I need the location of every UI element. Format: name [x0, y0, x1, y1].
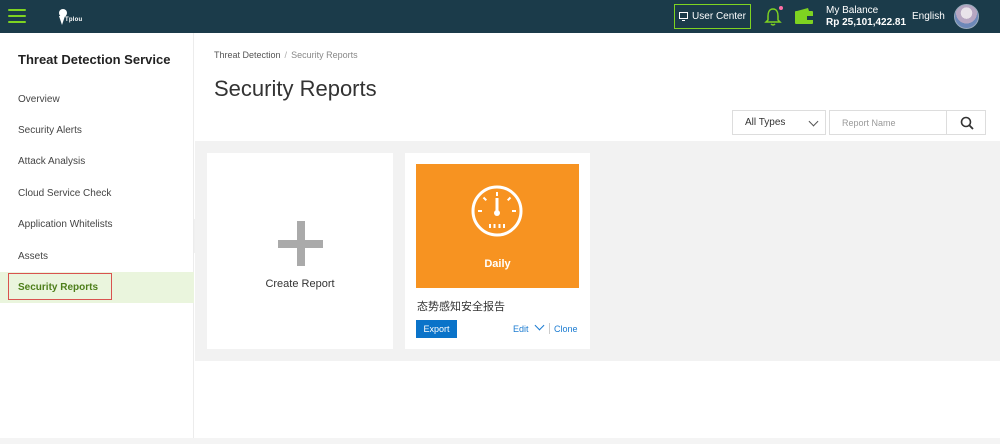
sidebar-item-label: Overview: [18, 94, 60, 105]
sidebar-item-cloud-service-check[interactable]: Cloud Service Check: [0, 178, 194, 209]
edit-link[interactable]: Edit: [513, 324, 529, 334]
monitor-icon: [679, 12, 689, 21]
sidebar-item-label: Attack Analysis: [18, 156, 86, 167]
menu-icon[interactable]: [8, 9, 26, 23]
speedometer-icon: [471, 185, 523, 237]
wallet-icon[interactable]: [794, 7, 814, 25]
sidebar-item-assets[interactable]: Assets: [0, 241, 194, 272]
sidebar-item-label: Application Whitelists: [18, 219, 113, 230]
report-frequency-label: Daily: [484, 258, 511, 270]
create-report-card[interactable]: Create Report: [207, 153, 393, 349]
sidebar-item-label: Security Reports: [18, 282, 99, 293]
report-type-value: All Types: [745, 117, 786, 128]
balance-label: My Balance: [826, 5, 879, 16]
link-divider: [549, 323, 550, 334]
brand-logo[interactable]: Tplou: [55, 7, 83, 27]
report-name: 态势感知安全报告: [417, 300, 505, 313]
chevron-down-icon: [808, 116, 819, 127]
report-banner[interactable]: Daily: [416, 164, 579, 288]
sidebar-item-security-alerts[interactable]: Security Alerts: [0, 115, 194, 146]
report-type-select[interactable]: All Types: [732, 110, 826, 135]
chevron-down-icon[interactable]: [534, 320, 545, 331]
sidebar-item-overview[interactable]: Overview: [0, 84, 194, 115]
sidebar-item-security-reports[interactable]: Security Reports: [0, 272, 194, 303]
plus-icon-bar: [278, 240, 323, 248]
breadcrumb-current: Security Reports: [291, 50, 358, 60]
breadcrumb: Threat Detection / Security Reports: [214, 50, 358, 60]
report-name-search-input[interactable]: [829, 110, 947, 135]
clone-link[interactable]: Clone: [554, 324, 578, 334]
report-card: Daily 态势感知安全报告 Export Edit Clone: [405, 153, 590, 349]
create-report-label: Create Report: [265, 278, 335, 290]
sidebar-title: Threat Detection Service: [18, 52, 171, 67]
sidebar: Threat Detection Service Overview Securi…: [0, 33, 194, 444]
user-center-label: User Center: [692, 11, 746, 22]
user-center-button[interactable]: User Center: [674, 4, 751, 29]
avatar[interactable]: [954, 4, 979, 29]
top-navigation-bar: Tplou User Center My Balance Rp 25,101,4…: [0, 0, 1000, 33]
page-footer-strip: [0, 438, 1000, 444]
sidebar-item-label: Assets: [18, 251, 49, 262]
search-icon: [960, 116, 974, 130]
export-button[interactable]: Export: [416, 320, 457, 338]
sidebar-item-application-whitelists[interactable]: Application Whitelists: [0, 209, 194, 240]
sidebar-item-label: Cloud Service Check: [18, 188, 112, 199]
search-button[interactable]: [946, 110, 986, 135]
sidebar-item-attack-analysis[interactable]: Attack Analysis: [0, 146, 194, 177]
balance-amount: Rp 25,101,422.81: [826, 17, 907, 28]
breadcrumb-separator: /: [284, 50, 288, 60]
language-selector[interactable]: English: [912, 11, 945, 22]
balance-display[interactable]: My Balance Rp 25,101,422.81: [826, 5, 906, 29]
notification-badge: [778, 5, 784, 11]
breadcrumb-root-link[interactable]: Threat Detection: [214, 50, 281, 60]
page-title: Security Reports: [214, 76, 377, 101]
sidebar-item-label: Security Alerts: [18, 125, 82, 136]
logo-text: Tplou: [65, 17, 83, 23]
